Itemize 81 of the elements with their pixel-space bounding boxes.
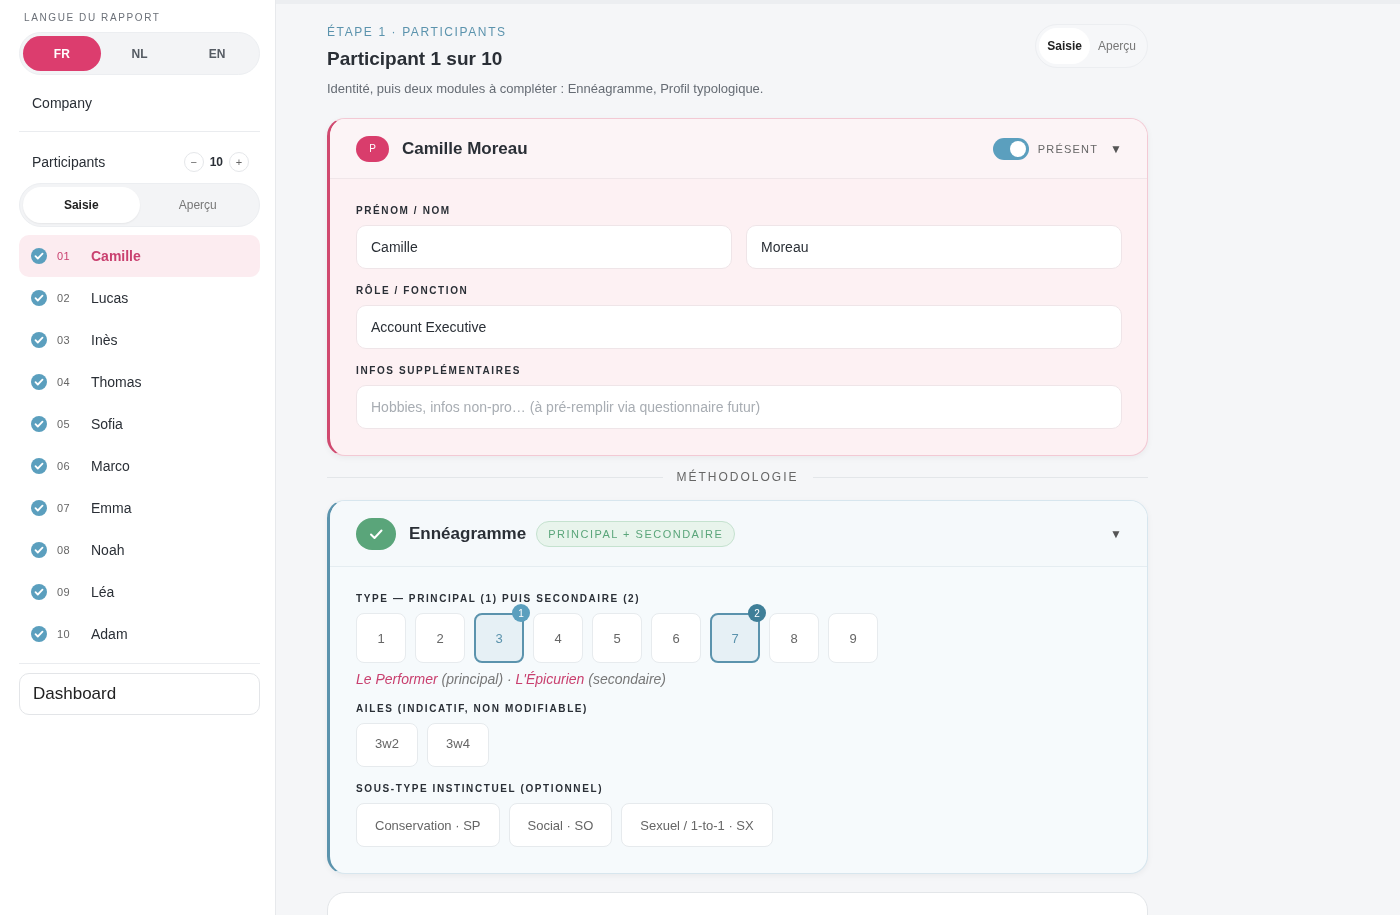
field-label: TYPE — PRINCIPAL (1) PUIS SECONDAIRE (2) bbox=[356, 593, 642, 604]
participant-item[interactable]: 06 Marco bbox=[19, 445, 260, 487]
input-field[interactable]: Hobbies, infos non-pro… (à pré-remplir via questionnaire futur) bbox=[356, 385, 1122, 429]
participant-item[interactable]: 05 Sofia bbox=[19, 403, 260, 445]
participant-name: Noah bbox=[91, 542, 125, 558]
view-tab[interactable]: Saisie bbox=[1039, 28, 1090, 64]
field-label: SOUS-TYPE INSTINCTUEL (OPTIONNEL) bbox=[356, 783, 605, 794]
participant-number: 10 bbox=[57, 628, 72, 640]
participants-label: Participants bbox=[32, 154, 106, 170]
participant-number: 08 bbox=[57, 544, 72, 556]
participant-count: 10 bbox=[209, 155, 223, 169]
module-title: Ennéagramme bbox=[409, 523, 527, 544]
participant-item[interactable]: 08 Noah bbox=[19, 529, 260, 571]
participant-number: 05 bbox=[57, 418, 72, 430]
section-label: LANGUE DU RAPPORT bbox=[23, 12, 162, 23]
participant-item[interactable]: 09 Léa bbox=[19, 571, 260, 613]
language-option[interactable]: NL bbox=[100, 36, 179, 71]
increment-button[interactable]: + bbox=[229, 152, 249, 172]
participant-number: 09 bbox=[57, 586, 72, 598]
collapse-caret[interactable]: ▼ bbox=[1110, 141, 1122, 156]
participant-name: Thomas bbox=[91, 374, 142, 390]
type-option[interactable]: 5 bbox=[592, 613, 642, 663]
type-option[interactable]: 4 bbox=[533, 613, 583, 663]
participant-item[interactable]: 02 Lucas bbox=[19, 277, 260, 319]
subtype-option[interactable]: Social · SO bbox=[508, 803, 613, 847]
type-summary: Le Performer (principal) · L'Épicurien (secondaire) bbox=[356, 671, 668, 687]
participant-name: Lucas bbox=[91, 290, 129, 306]
view-tab[interactable]: Aperçu bbox=[139, 187, 256, 223]
dashboard-button[interactable]: Dashboard bbox=[19, 673, 260, 715]
type-option[interactable]: 9 bbox=[828, 613, 878, 663]
subtype-option[interactable]: Sexuel / 1-to-1 · SX bbox=[621, 803, 773, 847]
participant-number: 04 bbox=[57, 376, 72, 388]
participant-full-name: Camille Moreau bbox=[402, 138, 528, 159]
participant-number: 01 bbox=[57, 250, 72, 262]
participant-number: 07 bbox=[57, 502, 72, 514]
section-divider-label: MÉTHODOLOGIE bbox=[676, 470, 799, 484]
field-label: INFOS SUPPLÉMENTAIRES bbox=[356, 365, 523, 376]
participant-name: Sofia bbox=[91, 416, 123, 432]
type-option[interactable]: 2 bbox=[415, 613, 465, 663]
present-label: PRÉSENT bbox=[1037, 142, 1099, 155]
step-label: ÉTAPE 1 · PARTICIPANTS bbox=[327, 25, 508, 39]
participant-item[interactable]: 04 Thomas bbox=[19, 361, 260, 403]
participant-item[interactable]: 07 Emma bbox=[19, 487, 260, 529]
rank-badge: 2 bbox=[748, 604, 766, 622]
participant-name: Emma bbox=[91, 500, 132, 516]
subtype-option[interactable]: Conservation · SP bbox=[356, 803, 500, 847]
participant-item[interactable]: 10 Adam bbox=[19, 613, 260, 655]
input-field[interactable]: Account Executive bbox=[356, 305, 1122, 349]
view-tab[interactable]: Aperçu bbox=[1089, 28, 1144, 64]
participant-name: Camille bbox=[91, 248, 141, 264]
avatar-badge: P bbox=[356, 135, 389, 162]
type-option[interactable]: 8 bbox=[769, 613, 819, 663]
decrement-button[interactable]: − bbox=[183, 152, 204, 172]
language-option[interactable]: EN bbox=[178, 36, 256, 71]
participant-name: Inès bbox=[91, 332, 118, 348]
input-field[interactable]: Camille bbox=[356, 225, 732, 269]
company-name: Company bbox=[31, 94, 93, 113]
participant-name: Marco bbox=[91, 458, 130, 474]
collapse-caret[interactable]: ▼ bbox=[1110, 526, 1122, 541]
participant-number: 06 bbox=[57, 460, 72, 472]
field-label: AILES (INDICATIF, NON MODIFIABLE) bbox=[356, 703, 590, 714]
input-field[interactable]: Moreau bbox=[746, 225, 1122, 269]
type-option[interactable]: 6 bbox=[651, 613, 701, 663]
type-option[interactable]: 1 bbox=[356, 613, 406, 663]
page-title: Participant 1 sur 10 bbox=[327, 48, 504, 70]
participant-number: 03 bbox=[57, 334, 72, 346]
view-tab[interactable]: Saisie bbox=[23, 187, 140, 223]
module-tag: PRINCIPAL + SECONDAIRE bbox=[536, 520, 736, 547]
page-subtitle: Identité, puis deux modules à compléter : Ennéagramme, Profil typologique. bbox=[327, 81, 764, 96]
wing-chip: 3w2 bbox=[356, 723, 418, 767]
participant-item[interactable]: 03 Inès bbox=[19, 319, 260, 361]
wing-chip: 3w4 bbox=[427, 723, 489, 767]
rank-badge: 1 bbox=[512, 604, 530, 622]
participant-name: Adam bbox=[91, 626, 128, 642]
language-option[interactable]: FR bbox=[23, 36, 101, 71]
field-label: PRÉNOM / NOM bbox=[356, 205, 452, 216]
participant-number: 02 bbox=[57, 292, 72, 304]
field-label: RÔLE / FONCTION bbox=[356, 285, 470, 296]
participant-name: Léa bbox=[91, 584, 115, 600]
present-toggle[interactable] bbox=[992, 137, 1029, 160]
participant-item[interactable]: 01 Camille bbox=[19, 235, 260, 277]
